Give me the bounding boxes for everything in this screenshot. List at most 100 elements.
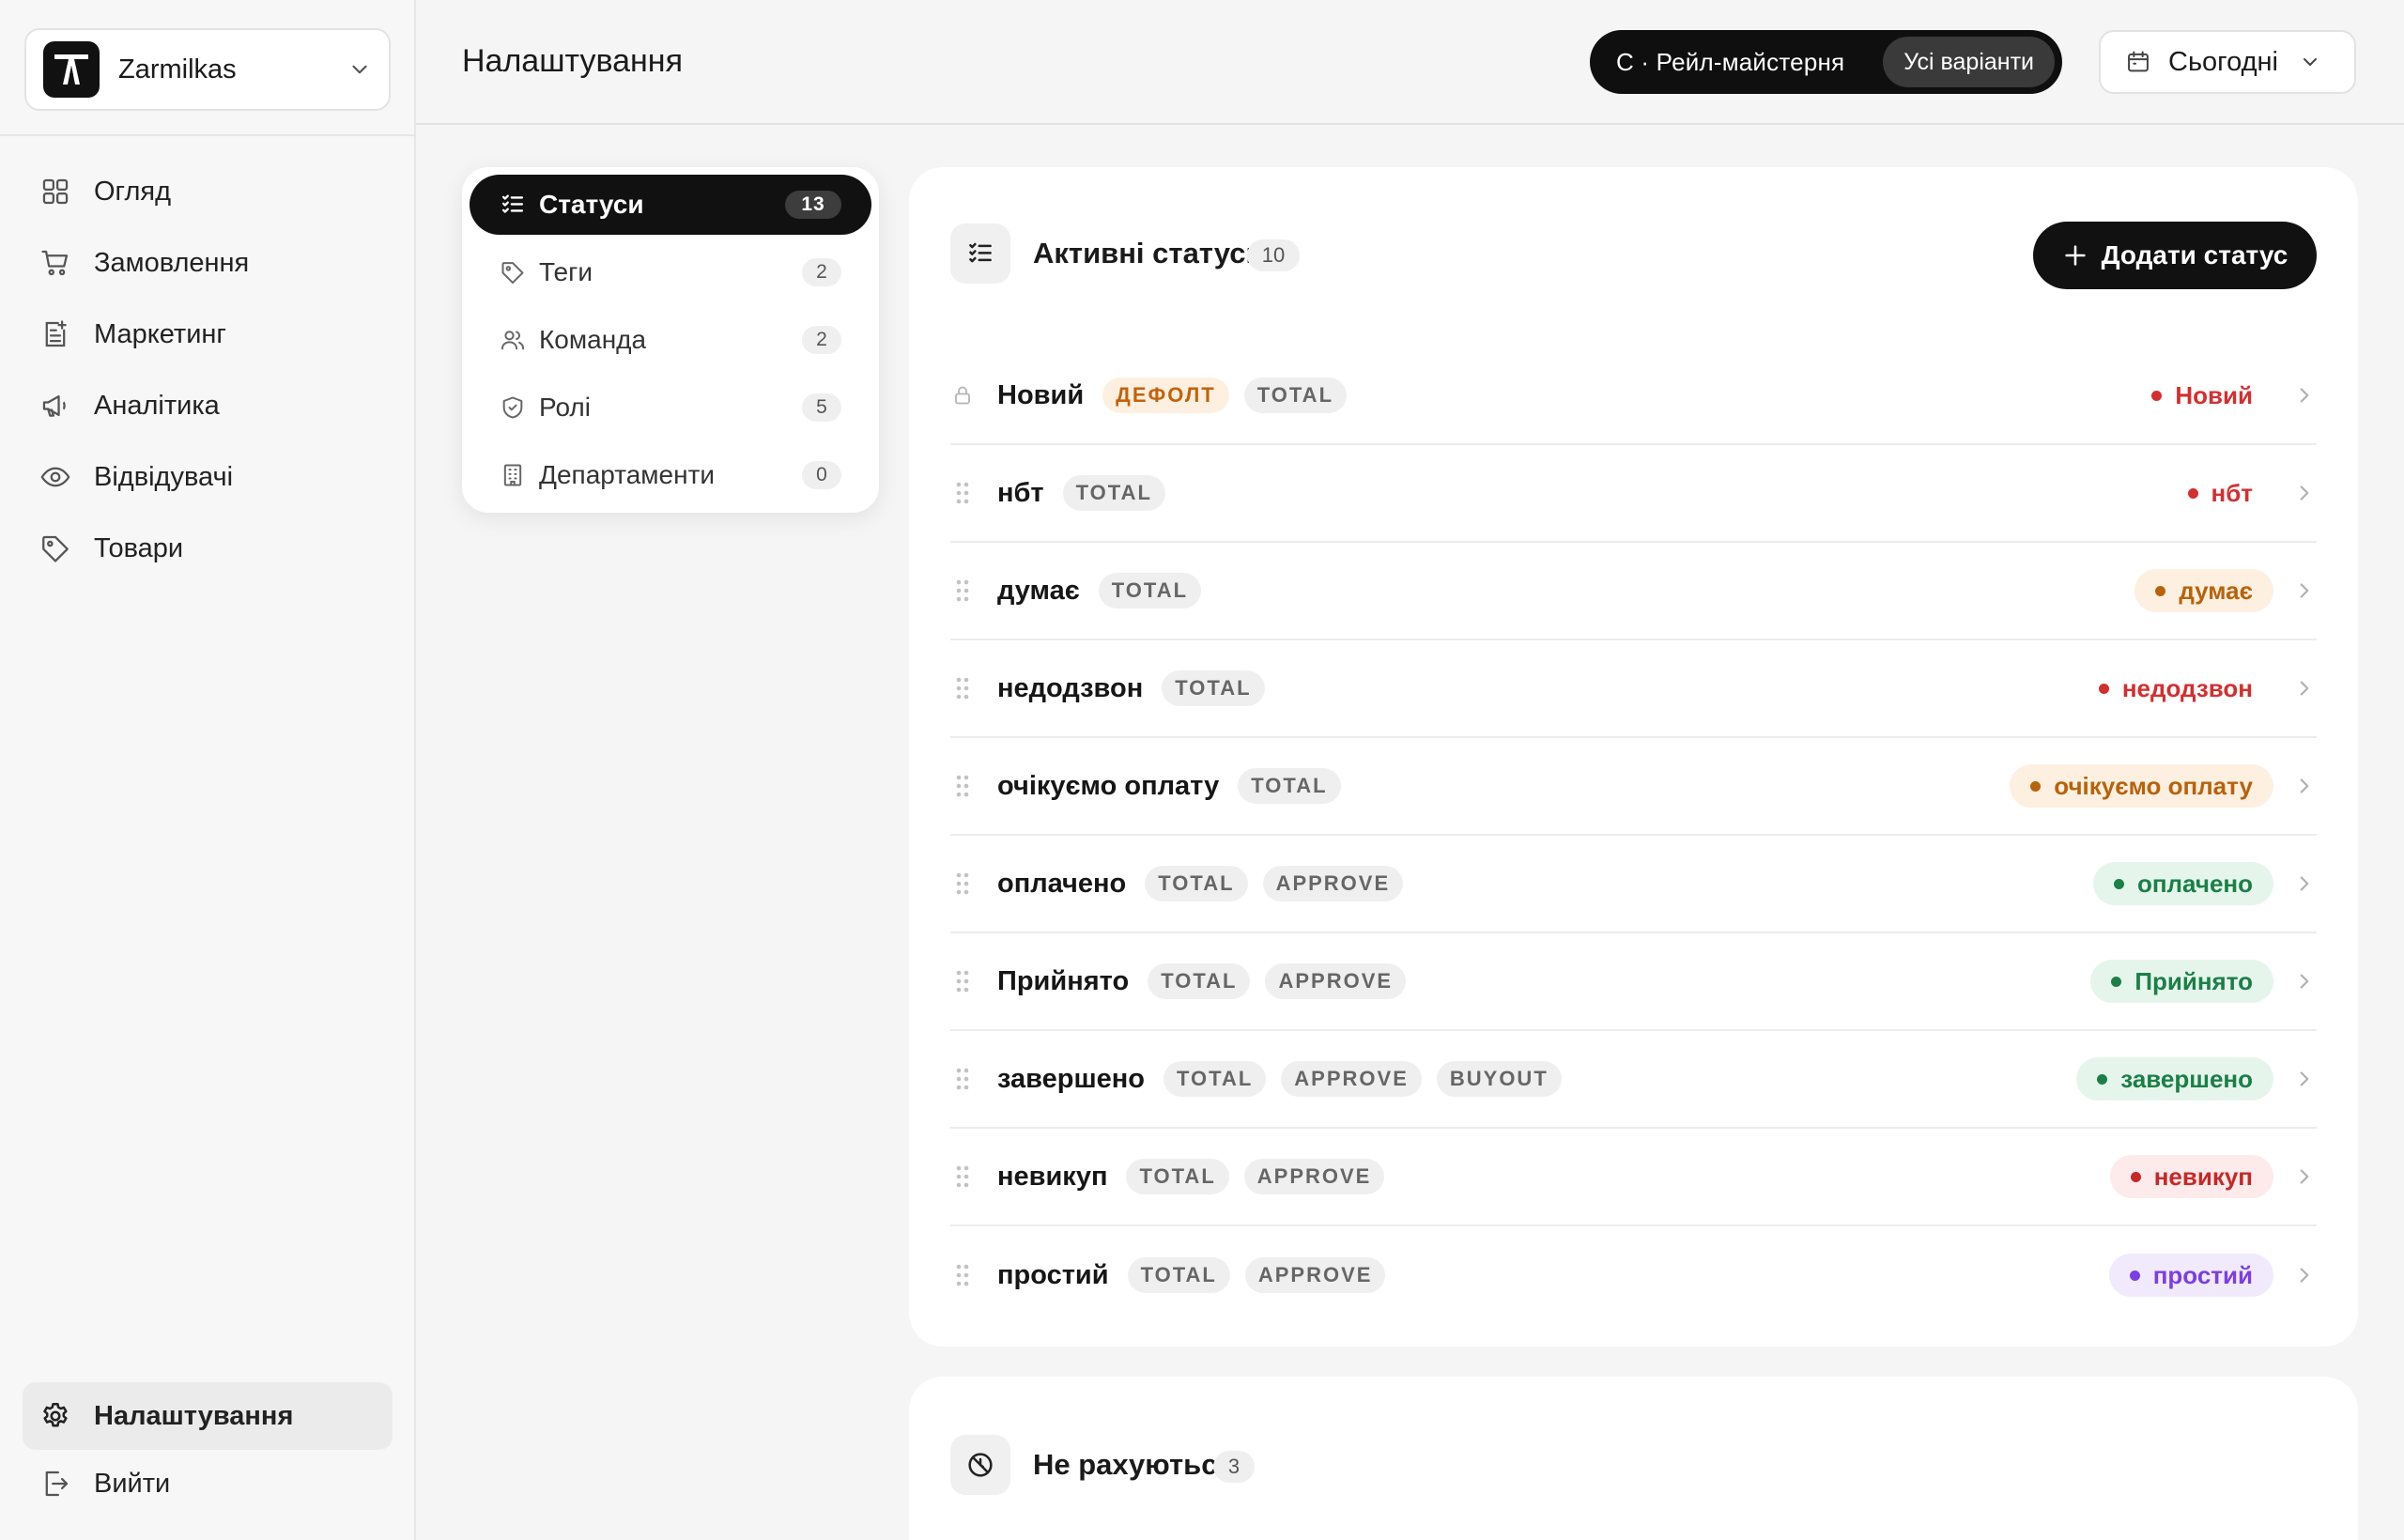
tag-icon	[42, 535, 69, 562]
nav-item-orders[interactable]: Замовлення	[23, 227, 398, 299]
status-preview-label: думає	[2179, 576, 2253, 605]
org-name: Zarmilkas	[118, 54, 237, 85]
status-name: нбт	[997, 477, 1044, 508]
chevron-right-icon	[2292, 1164, 2317, 1189]
calendar-icon	[2128, 51, 2149, 72]
status-preview-label: простий	[2152, 1260, 2253, 1289]
status-tag: TOTAL	[1098, 573, 1202, 608]
org-switcher[interactable]: Zarmilkas	[24, 28, 391, 111]
subnav-item-tags[interactable]: Теги 2	[470, 242, 871, 302]
nav-label: Налаштування	[94, 1400, 294, 1431]
nav-item-settings[interactable]: Налаштування	[23, 1382, 393, 1450]
subnav-item-statuses[interactable]: Статуси 13	[470, 175, 871, 235]
chevron-right-icon	[2292, 676, 2317, 701]
nav-item-products[interactable]: Товари	[23, 513, 398, 584]
status-row[interactable]: очікуємо оплату TOTAL очікуємо оплату	[950, 738, 2317, 836]
card-header: Не рахуються 3	[950, 1433, 2317, 1499]
date-label: Сьогодні	[2168, 46, 2278, 77]
chevron-right-icon	[2292, 383, 2317, 408]
status-preview-label: недодзвон	[2121, 673, 2253, 702]
subnav-label: Команда	[539, 325, 647, 354]
card-header: Активні статуси 10 Додати статус	[950, 222, 2317, 289]
status-row[interactable]: нбт TOTAL нбт	[950, 445, 2317, 543]
status-row[interactable]: завершено TOTAL APPROVE BUYOUT завершено	[950, 1031, 2317, 1129]
nav-item-visitors[interactable]: Відвідувачі	[23, 441, 398, 513]
workspace-switcher[interactable]: С · Рейл-майстерня Усі варіанти	[1590, 30, 2062, 94]
status-row[interactable]: Новий ДЕФОЛТ TOTAL Новий	[950, 347, 2317, 445]
nav-item-logout[interactable]: Вийти	[23, 1450, 393, 1517]
status-dot	[2155, 585, 2166, 596]
status-name: завершено	[997, 1063, 1145, 1094]
status-name: оплачено	[997, 868, 1127, 899]
status-row[interactable]: Прийнято TOTAL APPROVE Прийнято	[950, 933, 2317, 1031]
status-tag: APPROVE	[1281, 1061, 1422, 1097]
subnav-count: 0	[802, 461, 841, 489]
status-preview-label: очікуємо оплату	[2054, 771, 2253, 800]
chevron-down-icon	[2304, 58, 2317, 66]
gear-icon	[43, 1402, 68, 1427]
status-dot	[2097, 1073, 2108, 1085]
add-status-button[interactable]: Додати статус	[2033, 222, 2317, 289]
status-preview-pill: нбт	[2167, 471, 2274, 515]
list-check-icon	[501, 194, 524, 213]
subnav-label: Теги	[539, 257, 593, 286]
status-row[interactable]: оплачено TOTAL APPROVE оплачено	[950, 836, 2317, 933]
drag-handle-icon[interactable]	[950, 575, 975, 607]
status-row[interactable]: думає TOTAL думає	[950, 543, 2317, 640]
status-name: думає	[997, 575, 1080, 606]
subnav-item-roles[interactable]: Ролі 5	[470, 377, 871, 438]
building-icon	[503, 464, 522, 486]
date-picker[interactable]: Сьогодні	[2099, 30, 2356, 94]
status-preview-label: Прийнято	[2134, 966, 2253, 995]
marketing-icon	[45, 320, 67, 347]
drag-handle-icon[interactable]	[950, 1161, 975, 1193]
list-check-icon	[950, 223, 1010, 284]
status-dot	[2129, 1270, 2140, 1281]
status-dot	[2098, 683, 2109, 694]
nav-label: Відвідувачі	[94, 461, 234, 492]
status-list: Новий ДЕФОЛТ TOTAL Новий нбт TOTAL нбт думає TOT…	[950, 347, 2317, 1324]
status-preview-label: завершено	[2120, 1064, 2253, 1093]
drag-handle-icon[interactable]	[950, 672, 975, 704]
nav-item-marketing[interactable]: Маркетинг	[23, 299, 398, 370]
chevron-right-icon	[2292, 1263, 2317, 1287]
subnav-item-team[interactable]: Команда 2	[470, 310, 871, 370]
drag-handle-icon[interactable]	[950, 965, 975, 997]
status-name: Новий	[997, 379, 1085, 410]
drag-handle-icon[interactable]	[950, 770, 975, 802]
nav-label: Товари	[94, 532, 184, 563]
nav-label: Маркетинг	[94, 318, 226, 349]
chevron-right-icon	[2292, 1067, 2317, 1091]
status-preview-pill: простий	[2108, 1254, 2273, 1297]
chevron-right-icon	[2292, 578, 2317, 603]
status-dot	[2113, 878, 2124, 889]
sidebar: Zarmilkas Огляд Замовлення Маркетинг Ана…	[0, 0, 416, 1540]
status-preview-label: оплачено	[2136, 869, 2253, 898]
nav-item-overview[interactable]: Огляд	[23, 156, 398, 227]
active-statuses-card: Активні статуси 10 Додати статус Новий ДЕ…	[909, 167, 2358, 1347]
subnav-item-departments[interactable]: Департаменти 0	[470, 445, 871, 505]
shield-icon	[502, 396, 523, 419]
drag-handle-icon[interactable]	[950, 868, 975, 900]
status-dot	[2111, 976, 2122, 987]
status-preview-pill: Новий	[2131, 374, 2273, 417]
status-name: Прийнято	[997, 965, 1130, 996]
nav-item-analytics[interactable]: Аналітика	[23, 370, 398, 441]
drag-handle-icon[interactable]	[950, 477, 975, 509]
status-tag: APPROVE	[1243, 1159, 1385, 1194]
logout-icon	[45, 1471, 69, 1497]
status-row[interactable]: невикуп TOTAL APPROVE невикуп	[950, 1129, 2317, 1226]
nav-label: Огляд	[94, 176, 172, 207]
status-row[interactable]: недодзвон TOTAL недодзвон	[950, 640, 2317, 738]
status-name: простий	[997, 1259, 1109, 1290]
drag-handle-icon[interactable]	[950, 1063, 975, 1095]
status-tag: APPROVE	[1244, 1257, 1386, 1293]
drag-handle-icon[interactable]	[950, 1259, 975, 1291]
status-dot	[2151, 390, 2163, 401]
not-counted-card: Не рахуються 3	[909, 1377, 2358, 1540]
subnav-label: Статуси	[539, 190, 644, 219]
variant-toggle[interactable]: Усі варіанти	[1883, 37, 2055, 87]
card-title: Не рахуються	[1033, 1448, 1235, 1481]
status-row[interactable]: простий TOTAL APPROVE простий	[950, 1226, 2317, 1324]
settings-subnav: Статуси 13 Теги 2 Команда 2 Ролі 5 Депар…	[462, 167, 879, 513]
